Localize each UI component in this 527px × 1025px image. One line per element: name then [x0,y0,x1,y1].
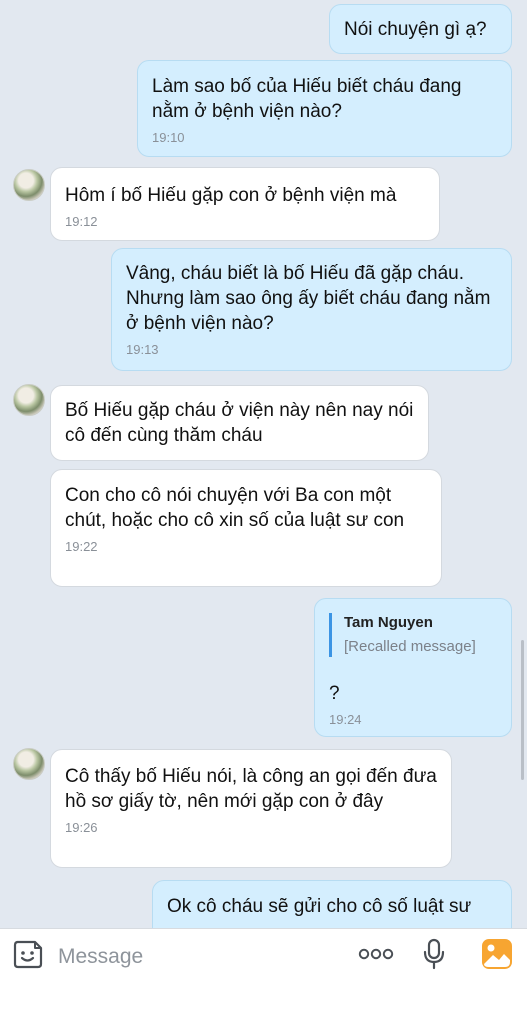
chat-area[interactable]: Nói chuyện gì ạ? Làm sao bố của Hiếu biế… [0,0,527,928]
quoted-message-text: [Recalled message] [344,638,476,655]
message-bubble-outgoing[interactable]: Nói chuyện gì ạ? [329,4,512,54]
message-text: ? [329,683,340,704]
message-bubble-outgoing[interactable]: Làm sao bố của Hiếu biết cháu đang nằm ở… [137,60,512,157]
more-dots-icon[interactable] [358,947,394,966]
message-text: Vâng, cháu biết là bố Hiếu đã gặp cháu. … [126,263,491,334]
message-text: Nói chuyện gì ạ? [344,19,487,40]
message-text: Ok cô cháu sẽ gửi cho cô số luật sư [167,896,472,917]
message-bubble-incoming[interactable]: Con cho cô nói chuyện với Ba con một chú… [50,469,442,587]
message-time: 19:13 [126,342,159,357]
message-input[interactable] [56,939,320,975]
message-time: 19:12 [65,214,98,229]
message-text: Làm sao bố của Hiếu biết cháu đang nằm ở… [152,76,462,122]
message-text: Con cho cô nói chuyện với Ba con một chú… [65,485,405,531]
image-gallery-icon[interactable] [481,938,513,975]
message-bubble-outgoing-reply[interactable]: Tam Nguyen [Recalled message] ? 19:24 [314,598,512,737]
message-time: 19:10 [152,130,185,145]
message-text: Bố Hiếu gặp cháu ở viện này nên nay nói … [65,400,414,446]
chat-scrollbar[interactable] [521,640,524,780]
quoted-sender-name: Tam Nguyen [344,614,433,631]
message-text: Hôm í bố Hiếu gặp con ở bệnh viện mà [65,185,397,206]
message-bubble-incoming[interactable]: Bố Hiếu gặp cháu ở viện này nên nay nói … [50,385,429,461]
microphone-icon[interactable] [422,938,446,975]
message-bubble-incoming[interactable]: Cô thấy bố Hiếu nói, là công an gọi đến … [50,749,452,868]
message-time: 19:26 [65,820,98,835]
message-time: 19:22 [65,539,98,554]
quoted-message[interactable]: Tam Nguyen [Recalled message] [329,613,497,657]
contact-avatar[interactable] [13,748,45,780]
sticker-face-icon[interactable] [12,937,44,976]
message-text: Cô thấy bố Hiếu nói, là công an gọi đến … [65,766,437,812]
contact-avatar[interactable] [13,384,45,416]
message-bubble-outgoing[interactable]: Vâng, cháu biết là bố Hiếu đã gặp cháu. … [111,248,512,371]
message-bubble-outgoing[interactable]: Ok cô cháu sẽ gửi cho cô số luật sư [152,880,512,928]
message-bubble-incoming[interactable]: Hôm í bố Hiếu gặp con ở bệnh viện mà 19:… [50,167,440,241]
message-input-bar [0,928,527,1025]
contact-avatar[interactable] [13,169,45,201]
message-time: 19:24 [329,712,362,727]
